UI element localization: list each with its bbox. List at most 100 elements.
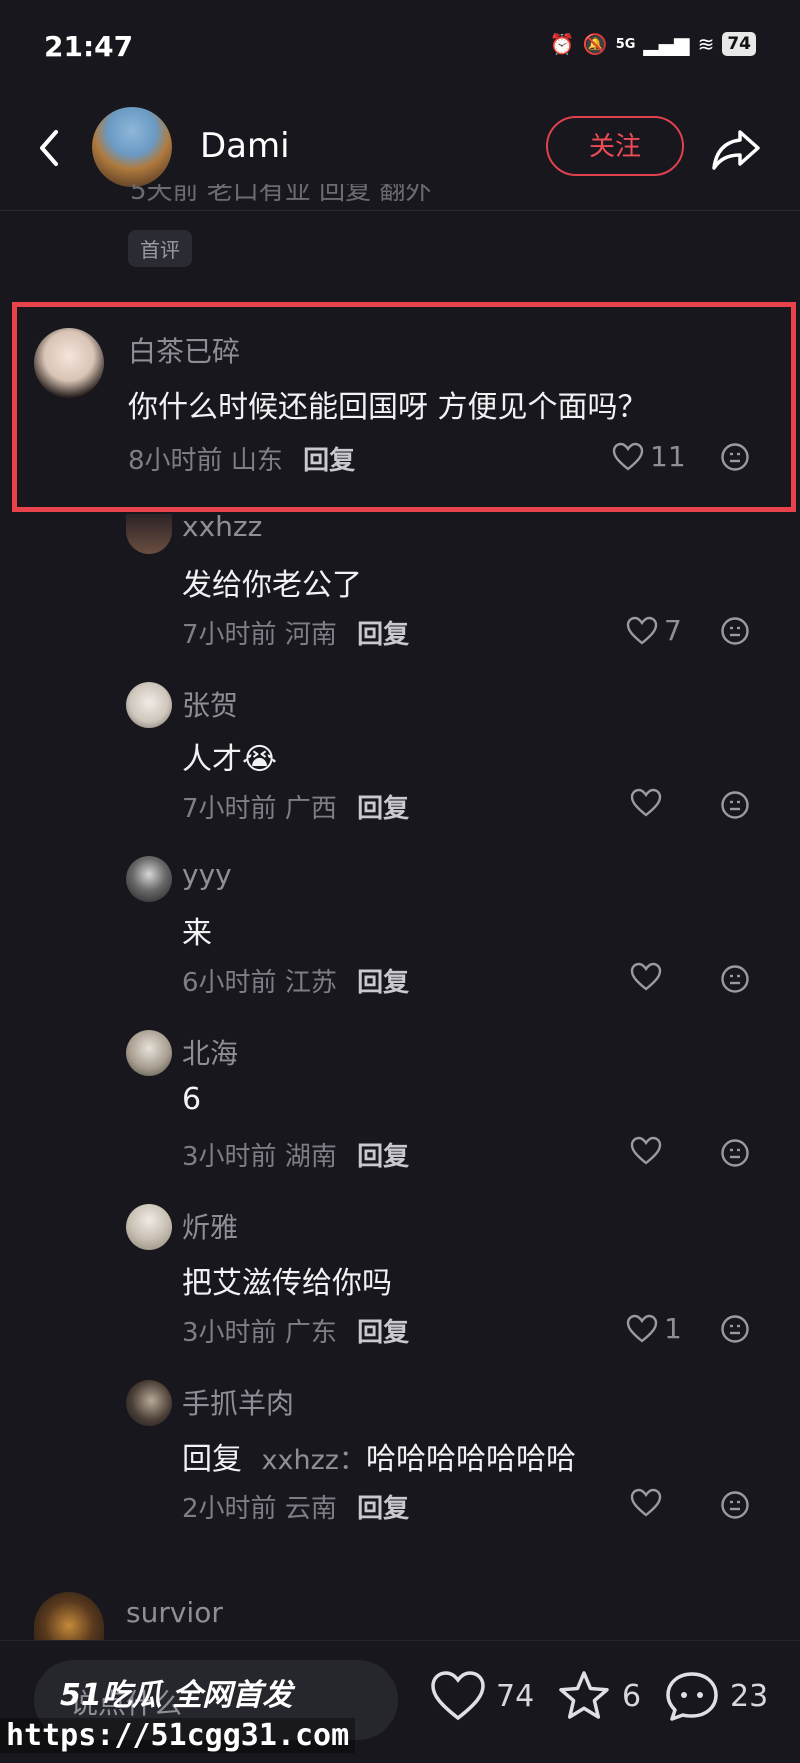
reply-text: 发给你老公了 xyxy=(182,568,362,603)
like-button[interactable]: 1 xyxy=(626,1312,682,1345)
emoji-reaction-icon[interactable] xyxy=(720,1490,750,1520)
heart-icon xyxy=(626,1314,658,1343)
emoji-reaction-icon[interactable] xyxy=(720,1138,750,1168)
reply-text: 人才 xyxy=(182,742,242,777)
like-button[interactable] xyxy=(630,788,668,818)
reply-meta: 7小时前 广西 回复 xyxy=(182,788,409,825)
comment-text: 你什么时候还能回国呀 方便见个面吗？ xyxy=(128,390,648,425)
reply-location: 河南 xyxy=(284,620,337,650)
star-icon xyxy=(559,1671,609,1719)
reply-time: 3小时前 xyxy=(182,1142,277,1172)
favorite-button[interactable]: 6 xyxy=(556,1670,641,1722)
watermark-brand: 51吃瓜 全网首发 xyxy=(60,1678,293,1713)
author-name[interactable]: Dami xyxy=(200,126,290,166)
reply-text-container: 人才😭 xyxy=(182,734,277,778)
emoji-reaction-icon[interactable] xyxy=(720,1314,750,1344)
chevron-left-icon xyxy=(40,130,58,166)
reply-time: 7小时前 xyxy=(182,794,277,824)
reply-username[interactable]: 张贺 xyxy=(182,684,238,724)
like-count: 11 xyxy=(650,440,686,473)
emoji-reaction-icon[interactable] xyxy=(720,616,750,646)
comment-time: 8小时前 xyxy=(128,446,223,476)
emoji-reaction-icon[interactable] xyxy=(720,790,750,820)
watermark-url: https://51cgg31.com xyxy=(0,1718,356,1753)
reply-location: 江苏 xyxy=(284,968,337,998)
heart-icon xyxy=(630,788,662,817)
reply-username[interactable]: 北海 xyxy=(182,1032,238,1072)
reply-button[interactable]: 回复 xyxy=(303,446,355,476)
reply-text: 来 xyxy=(182,916,212,951)
wifi-icon: ≋ xyxy=(697,32,715,56)
reply-username[interactable]: yyy xyxy=(182,858,232,891)
comments-button[interactable]: 23 xyxy=(664,1670,768,1722)
heart-icon xyxy=(612,442,644,471)
back-button[interactable] xyxy=(30,118,70,178)
emoji-reaction-icon[interactable] xyxy=(720,442,750,472)
avatar[interactable] xyxy=(126,1030,172,1076)
emoji-reaction-icon[interactable] xyxy=(720,964,750,994)
crying-emoji-icon: 😭 xyxy=(242,742,278,777)
heart-icon xyxy=(630,1488,662,1517)
comment-username[interactable]: survior xyxy=(126,1596,223,1629)
first-comment-tag: 首评 xyxy=(128,230,192,267)
reply-time: 6小时前 xyxy=(182,968,277,998)
status-time: 21:47 xyxy=(44,30,134,63)
comment-bubble-icon xyxy=(666,1672,718,1721)
like-post-button[interactable]: 74 xyxy=(430,1670,534,1722)
avatar[interactable] xyxy=(34,328,104,398)
share-button[interactable] xyxy=(706,118,766,178)
comment-count: 23 xyxy=(730,1678,769,1714)
previous-comment-meta-text: 5天前 老口有业 回复 翻外 xyxy=(130,184,432,206)
comment-location: 山东 xyxy=(230,446,283,476)
reply-button[interactable]: 回复 xyxy=(357,620,409,650)
alarm-icon: ⏰ xyxy=(549,32,575,56)
comment-username[interactable]: 白茶已碎 xyxy=(128,330,240,370)
reply-location: 湖南 xyxy=(284,1142,337,1172)
reply-target[interactable]: xxhzz： xyxy=(262,1445,366,1476)
avatar[interactable] xyxy=(34,1592,104,1640)
mute-icon: 🔕 xyxy=(582,32,608,56)
author-avatar[interactable] xyxy=(92,107,172,187)
avatar[interactable] xyxy=(126,682,172,728)
reply-text: 把艾滋传给你吗 xyxy=(182,1266,392,1301)
reply-button[interactable]: 回复 xyxy=(357,794,409,824)
avatar[interactable] xyxy=(126,856,172,902)
reply-meta: 7小时前 河南 回复 xyxy=(182,614,409,651)
previous-comment-meta: 5天前 老口有业 回复 翻外 xyxy=(130,184,750,214)
reply-text-container: 回复 xxhzz：哈哈哈哈哈哈哈 xyxy=(182,1434,576,1478)
reply-meta: 3小时前 广东 回复 xyxy=(182,1312,409,1349)
post-like-count: 74 xyxy=(496,1678,535,1714)
comment-meta: 8小时前 山东 回复 xyxy=(128,440,355,477)
reply-prefix: 回复 xyxy=(182,1442,242,1477)
reply-button[interactable]: 回复 xyxy=(357,1318,409,1348)
avatar[interactable] xyxy=(126,514,172,554)
avatar[interactable] xyxy=(126,1380,172,1426)
reply-text: 哈哈哈哈哈哈哈 xyxy=(365,1442,576,1477)
reply-button[interactable]: 回复 xyxy=(357,968,409,998)
follow-button[interactable]: 关注 xyxy=(546,116,684,176)
reply-meta: 2小时前 云南 回复 xyxy=(182,1488,409,1525)
favorite-count: 6 xyxy=(622,1678,642,1714)
like-button[interactable] xyxy=(630,1136,668,1166)
like-button[interactable]: 11 xyxy=(612,440,686,473)
share-icon xyxy=(712,130,760,170)
reply-username[interactable]: 手抓羊肉 xyxy=(182,1382,294,1422)
like-button[interactable] xyxy=(630,962,668,992)
reply-location: 云南 xyxy=(284,1494,337,1524)
like-button[interactable] xyxy=(630,1488,668,1518)
reply-username[interactable]: xxhzz xyxy=(182,510,262,543)
like-button[interactable]: 7 xyxy=(626,614,682,647)
signal-icon: ▂▄▆ xyxy=(643,32,690,56)
reply-button[interactable]: 回复 xyxy=(357,1142,409,1172)
heart-icon xyxy=(626,616,658,645)
heart-icon xyxy=(630,962,662,991)
like-count: 1 xyxy=(664,1312,682,1345)
heart-icon xyxy=(431,1671,485,1721)
reply-time: 7小时前 xyxy=(182,620,277,650)
reply-location: 广西 xyxy=(284,794,337,824)
reply-username[interactable]: 炘雅 xyxy=(182,1206,238,1246)
reply-meta: 6小时前 江苏 回复 xyxy=(182,962,409,999)
reply-button[interactable]: 回复 xyxy=(357,1494,409,1524)
status-icons: ⏰ 🔕 5G ▂▄▆ ≋ 74 xyxy=(550,32,756,56)
avatar[interactable] xyxy=(126,1204,172,1250)
